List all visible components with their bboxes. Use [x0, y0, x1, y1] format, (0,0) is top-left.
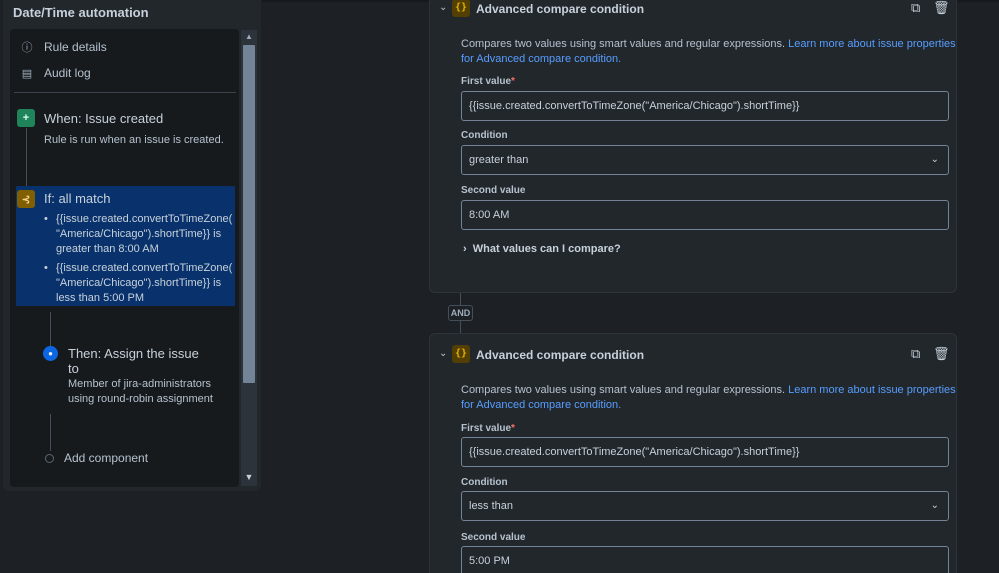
action-title: Then: Assign the issue to	[68, 346, 199, 376]
copy-icon[interactable]: ⧉	[911, 0, 920, 16]
what-values-toggle[interactable]: › What values can I compare?	[463, 243, 621, 255]
input-value: {{issue.created.convertToTimeZone("Ameri…	[469, 446, 800, 458]
desc-text: Compares two values using smart values a…	[461, 38, 786, 50]
chevron-right-icon: ›	[463, 243, 467, 255]
braces-icon: {}	[452, 0, 470, 17]
and-connector	[460, 293, 461, 305]
flow-connector	[26, 128, 27, 186]
info-icon: ⓘ	[21, 42, 33, 54]
braces-icon: {}	[452, 345, 470, 363]
first-value-input[interactable]: {{issue.created.convertToTimeZone("Ameri…	[461, 437, 949, 467]
select-value: greater than	[469, 154, 529, 166]
second-value-label: Second value	[461, 185, 526, 196]
action-step[interactable]: ● Then: Assign the issue to Member of ji…	[41, 346, 231, 416]
required-mark: *	[511, 423, 515, 434]
trash-icon[interactable]: 🗑	[933, 0, 950, 16]
flow-connector	[50, 414, 51, 451]
input-value: 8:00 AM	[469, 209, 510, 221]
flow-connector	[50, 312, 51, 347]
condition-step[interactable]: ⊰ If: all match {{issue.created.convertT…	[16, 186, 235, 306]
user-icon: ●	[43, 346, 58, 361]
nav-label: Rule details	[44, 40, 107, 54]
condition-list: {{issue.created.convertToTimeZone( "Amer…	[44, 212, 236, 310]
branch-icon: ⊰	[17, 190, 35, 208]
trigger-step[interactable]: + When: Issue created Rule is run when a…	[17, 109, 235, 149]
nav-audit-log[interactable]: ▤ Audit log	[20, 66, 91, 80]
rule-panel: Date/Time automation ⓘ Rule details ▤ Au…	[3, 0, 261, 491]
desc-text: Compares two values using smart values a…	[461, 384, 786, 396]
chevron-down-icon[interactable]: ⌄	[439, 2, 447, 13]
rule-title: Date/Time automation	[13, 5, 149, 20]
second-value-label: Second value	[461, 532, 526, 543]
and-badge: AND	[448, 305, 473, 321]
scroll-up-icon[interactable]: ▲	[241, 30, 257, 44]
condition-item: {{issue.created.convertToTimeZone( "Amer…	[44, 261, 236, 306]
first-value-input[interactable]: {{issue.created.convertToTimeZone("Ameri…	[461, 91, 949, 121]
chevron-down-icon: ⌄	[930, 500, 939, 511]
condition-label: Condition	[461, 477, 508, 488]
first-value-label: First value*	[461, 76, 515, 87]
nav-rule-details[interactable]: ⓘ Rule details	[20, 39, 107, 55]
card-title: Advanced compare condition	[476, 348, 645, 362]
condition-title: If: all match	[44, 191, 111, 206]
chevron-down-icon: ⌄	[930, 154, 939, 165]
card-title: Advanced compare condition	[476, 2, 645, 16]
compare-condition-card: ⌄ {} Advanced compare condition ⧉ 🗑 Comp…	[429, 333, 957, 573]
add-component[interactable]: Add component	[45, 451, 148, 465]
scroll-thumb[interactable]	[243, 45, 255, 383]
label-text: First value	[461, 76, 512, 87]
required-mark: *	[511, 76, 515, 87]
label-text: First value	[461, 423, 512, 434]
rule-flow: ⓘ Rule details ▤ Audit log + When: Issue…	[10, 29, 239, 487]
chevron-down-icon[interactable]: ⌄	[439, 348, 447, 359]
condition-label: Condition	[461, 130, 508, 141]
nav-divider	[14, 92, 236, 93]
second-value-input[interactable]: 8:00 AM	[461, 200, 949, 230]
condition-select[interactable]: less than ⌄	[461, 491, 949, 521]
and-connector	[460, 321, 461, 333]
select-value: less than	[469, 500, 514, 512]
condition-item: {{issue.created.convertToTimeZone( "Amer…	[44, 212, 236, 257]
compare-condition-card: ⌄ {} Advanced compare condition ⧉ 🗑 Comp…	[429, 0, 957, 293]
card-description: Compares two values using smart values a…	[461, 37, 956, 67]
nav-label: Audit log	[44, 66, 91, 80]
trigger-title: When: Issue created	[44, 111, 164, 126]
input-value: 5:00 PM	[469, 555, 510, 567]
add-component-label: Add component	[64, 451, 149, 465]
input-value: {{issue.created.convertToTimeZone("Ameri…	[469, 100, 800, 112]
action-desc: Member of jira-administrators using roun…	[68, 378, 213, 405]
toggle-label: What values can I compare?	[472, 243, 621, 255]
plus-icon: +	[17, 109, 35, 127]
card-description: Compares two values using smart values a…	[461, 383, 956, 413]
copy-icon[interactable]: ⧉	[911, 346, 920, 362]
first-value-label: First value*	[461, 423, 515, 434]
clipboard-icon: ▤	[21, 67, 33, 80]
condition-select[interactable]: greater than ⌄	[461, 145, 949, 175]
trigger-desc: Rule is run when an issue is created.	[44, 134, 224, 146]
trash-icon[interactable]: 🗑	[933, 346, 950, 362]
scroll-down-icon[interactable]: ▼	[241, 470, 257, 484]
scrollbar[interactable]: ▲ ▼	[241, 30, 257, 486]
circle-icon	[45, 453, 54, 463]
second-value-input[interactable]: 5:00 PM	[461, 546, 949, 573]
